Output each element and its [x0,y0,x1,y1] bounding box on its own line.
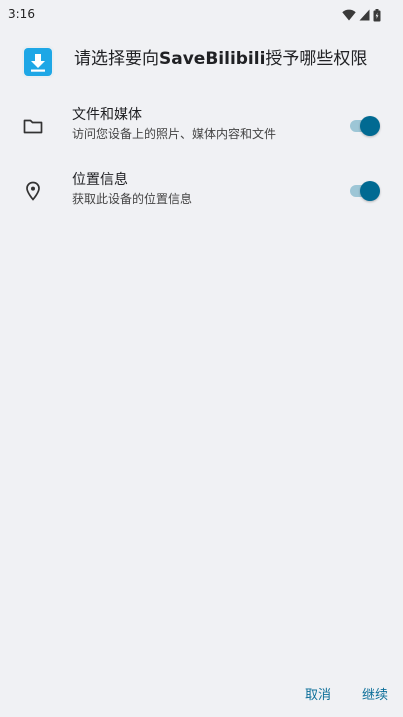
files-media-toggle[interactable] [350,116,380,136]
permission-row-files-media[interactable]: 文件和媒体 访问您设备上的照片、媒体内容和文件 [0,99,403,151]
signal-icon [359,9,370,21]
status-icons [342,7,381,23]
status-bar: 3:16 [0,0,403,28]
battery-icon [373,8,381,22]
title-prefix: 请选择要向 [74,49,159,69]
status-time: 3:16 [8,7,35,21]
folder-icon [22,115,44,137]
location-pin-icon [22,180,44,202]
dialog-actions: 取消 继续 [0,682,403,710]
title-suffix: 授予哪些权限 [265,49,368,69]
toggle-thumb [360,181,380,201]
toggle-thumb [360,116,380,136]
permission-title: 位置信息 [72,172,128,188]
permission-title: 文件和媒体 [72,107,142,123]
app-name: SaveBilibili [159,49,266,69]
location-toggle[interactable] [350,181,380,201]
permission-description: 获取此设备的位置信息 [72,192,193,206]
permission-row-location[interactable]: 位置信息 获取此设备的位置信息 [0,164,403,216]
download-icon [22,46,54,78]
dialog-title: 请选择要向SaveBilibili授予哪些权限 [74,47,367,71]
cancel-button[interactable]: 取消 [305,682,331,710]
permission-description: 访问您设备上的照片、媒体内容和文件 [72,127,277,141]
continue-button[interactable]: 继续 [362,682,388,710]
wifi-icon [342,9,356,21]
dialog-header: 请选择要向SaveBilibili授予哪些权限 [22,44,392,84]
